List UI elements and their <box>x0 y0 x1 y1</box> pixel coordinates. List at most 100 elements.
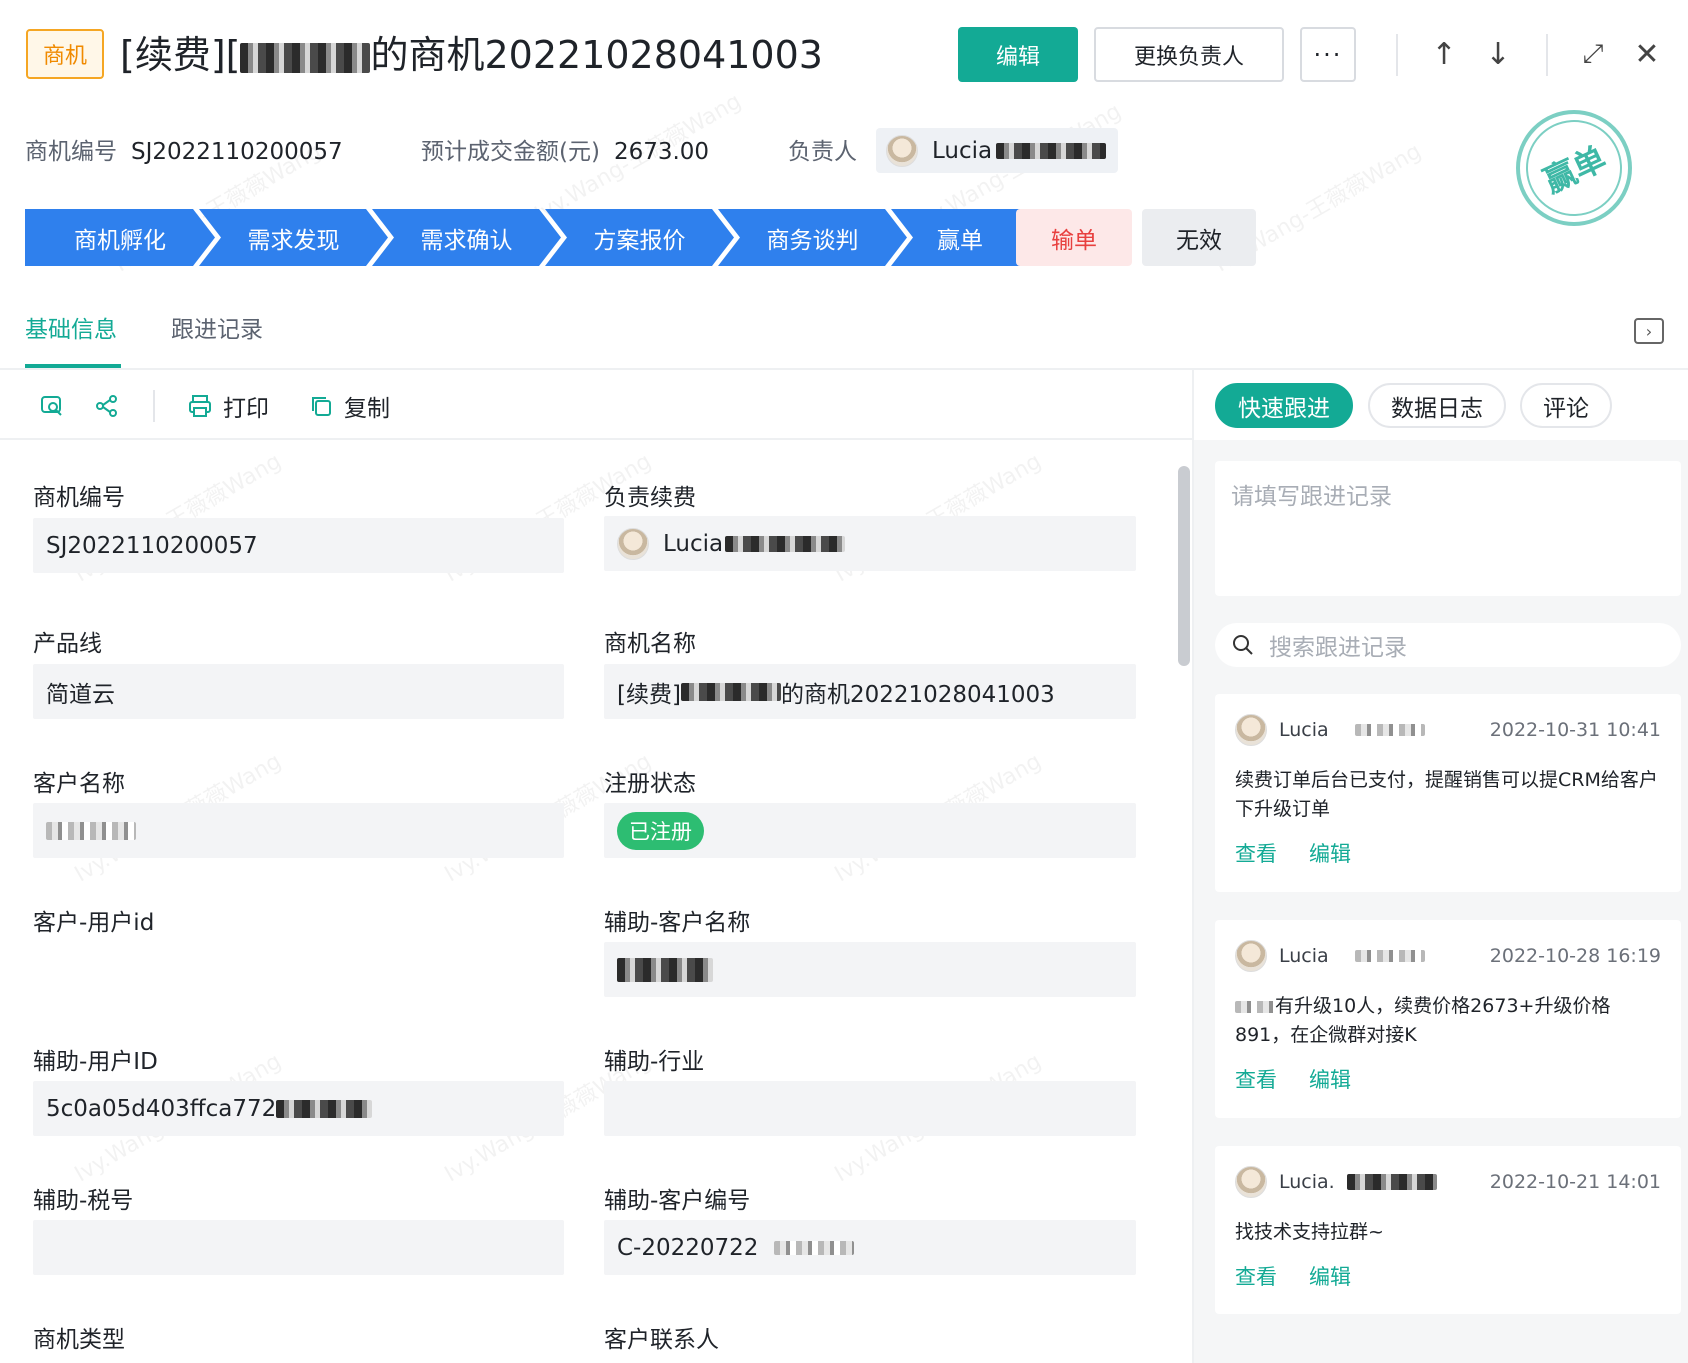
field-code-value: SJ2022110200057 <box>33 518 564 573</box>
record-actions: 查看 编辑 <box>1235 838 1661 868</box>
title-prefix: [续费][ <box>120 33 241 77</box>
record-text: 找技术支持拉群~ <box>1235 1221 1384 1243</box>
stage-item[interactable]: 商机孵化 <box>25 209 215 266</box>
tab-quick-followup[interactable]: 快速跟进 <box>1215 383 1353 428</box>
stage-item[interactable]: 需求发现 <box>199 209 388 266</box>
redacted-text <box>725 535 846 552</box>
record-time: 2022-10-31 10:41 <box>1489 719 1661 741</box>
watch-icon[interactable] <box>38 392 66 420</box>
redacted-text <box>1354 724 1425 736</box>
record-header: Lucia 2022-10-31 10:41 <box>1235 694 1661 766</box>
followup-record: Lucia 2022-10-28 16:19 有升级10人，续费价格2673+升… <box>1215 920 1681 1118</box>
meta-amount-label: 预计成交金额(元) <box>421 139 600 165</box>
field-renew-owner-value: Lucia <box>604 516 1136 571</box>
redacted-text <box>1346 1174 1437 1190</box>
stage-item[interactable]: 方案报价 <box>545 209 734 266</box>
change-owner-button[interactable]: 更换负责人 <box>1094 27 1284 82</box>
scrollbar[interactable] <box>1178 466 1190 666</box>
tab-basic-info[interactable]: 基础信息 <box>25 310 117 344</box>
field-reg-status-value: 已注册 <box>604 803 1136 858</box>
header-divider <box>1546 34 1548 76</box>
copy-icon <box>312 397 331 416</box>
record-time: 2022-10-28 16:19 <box>1489 945 1661 967</box>
field-product-line-value: 简道云 <box>33 664 564 719</box>
edit-link[interactable]: 编辑 <box>1309 838 1351 868</box>
record-header: Lucia 2022-10-28 16:19 <box>1235 920 1661 992</box>
followup-note-input[interactable]: 请填写跟进记录 <box>1215 461 1681 596</box>
view-link[interactable]: 查看 <box>1235 1261 1277 1291</box>
tab-data-log[interactable]: 数据日志 <box>1368 383 1506 428</box>
record-type-badge: 商机 <box>26 29 104 79</box>
renew-owner-name: Lucia <box>663 530 724 557</box>
edit-button[interactable]: 编辑 <box>958 27 1078 82</box>
opp-name-prefix: [续费] <box>617 681 681 708</box>
opp-name-suffix: 的商机20221028041003 <box>780 681 1055 708</box>
field-label: 商机名称 <box>604 631 696 657</box>
redacted-text <box>46 821 136 840</box>
copy-button[interactable]: 复制 <box>308 389 390 423</box>
more-button[interactable]: ··· <box>1300 27 1356 82</box>
stage-item[interactable]: 商务谈判 <box>718 209 907 266</box>
edit-link[interactable]: 编辑 <box>1309 1261 1351 1291</box>
field-label: 辅助-客户名称 <box>604 910 751 936</box>
record-actions: 查看 编辑 <box>1235 1261 1661 1291</box>
invalid-button[interactable]: 无效 <box>1142 209 1256 266</box>
arrow-down-icon[interactable]: ↓ <box>1476 32 1520 76</box>
meta-code-label: 商机编号 <box>25 139 117 165</box>
arrow-up-icon[interactable]: ↑ <box>1422 32 1466 76</box>
field-aux-tax-value <box>33 1220 564 1275</box>
expand-icon[interactable]: ⤢ <box>1571 32 1615 76</box>
field-label: 负责续费 <box>604 485 696 511</box>
stage-item[interactable]: 需求确认 <box>372 209 561 266</box>
tabs-divider <box>0 368 1688 370</box>
record-text-content: 有升级10人，续费价格2673+升级价格891，在企微群对接K <box>1235 995 1611 1046</box>
owner-chip[interactable]: Lucia <box>876 128 1118 173</box>
redacted-text <box>276 1099 373 1118</box>
lose-button[interactable]: 输单 <box>1016 209 1132 266</box>
field-label: 商机类型 <box>33 1327 125 1353</box>
record-text: 续费订单后台已支付，提醒销售可以提CRM给客户下升级订单 <box>1235 769 1658 820</box>
aux-customer-code-text: C-20220722 <box>617 1234 759 1261</box>
redacted-text <box>774 1240 855 1255</box>
toolbar-divider <box>0 438 1192 440</box>
print-label: 打印 <box>223 396 269 422</box>
share-icon[interactable] <box>93 392 121 420</box>
field-opp-name-value: [续费] 的商机20221028041003 <box>604 664 1136 719</box>
registered-tag: 已注册 <box>617 811 704 850</box>
edit-link[interactable]: 编辑 <box>1309 1064 1351 1094</box>
field-label: 商机编号 <box>33 485 125 511</box>
field-aux-customer-name-value <box>604 942 1136 997</box>
meta-code: 商机编号 SJ2022110200057 <box>25 132 343 166</box>
field-aux-user-id-value: 5c0a05d403ffca772 <box>33 1081 564 1136</box>
followup-record: Lucia 2022-10-31 10:41 续费订单后台已支付，提醒销售可以提… <box>1215 694 1681 892</box>
record-author: Lucia. <box>1279 1171 1335 1193</box>
tab-comments[interactable]: 评论 <box>1520 383 1612 428</box>
search-followup-input[interactable]: 搜索跟进记录 <box>1215 623 1681 667</box>
field-aux-industry-value <box>604 1081 1136 1136</box>
print-icon <box>189 395 211 417</box>
record-author: Lucia <box>1279 945 1329 967</box>
redacted-text <box>996 142 1107 159</box>
view-link[interactable]: 查看 <box>1235 838 1277 868</box>
redacted-text <box>240 42 371 73</box>
owner-name: Lucia <box>932 137 993 164</box>
toolbar-divider <box>153 390 155 422</box>
field-label: 产品线 <box>33 631 102 657</box>
field-label: 辅助-客户编号 <box>604 1188 751 1214</box>
aux-user-id-text: 5c0a05d403ffca772 <box>46 1095 277 1122</box>
stage-item[interactable]: 赢单 <box>891 209 1029 266</box>
record-actions: 查看 编辑 <box>1235 1064 1661 1094</box>
close-icon[interactable]: ✕ <box>1625 32 1669 76</box>
record-author: Lucia <box>1279 719 1329 741</box>
tab-followup[interactable]: 跟进记录 <box>171 310 263 344</box>
print-button[interactable]: 打印 <box>187 389 269 423</box>
avatar <box>617 527 649 560</box>
won-stamp: 赢单 <box>1510 104 1638 232</box>
avatar <box>886 134 918 167</box>
collapse-panel-icon[interactable]: › <box>1634 318 1664 344</box>
field-label: 辅助-税号 <box>33 1188 134 1214</box>
record-header: Lucia. 2022-10-21 14:01 <box>1235 1146 1661 1218</box>
view-link[interactable]: 查看 <box>1235 1064 1277 1094</box>
meta-amount: 预计成交金额(元) 2673.00 <box>421 132 709 166</box>
field-aux-customer-code-value: C-20220722 <box>604 1220 1136 1275</box>
